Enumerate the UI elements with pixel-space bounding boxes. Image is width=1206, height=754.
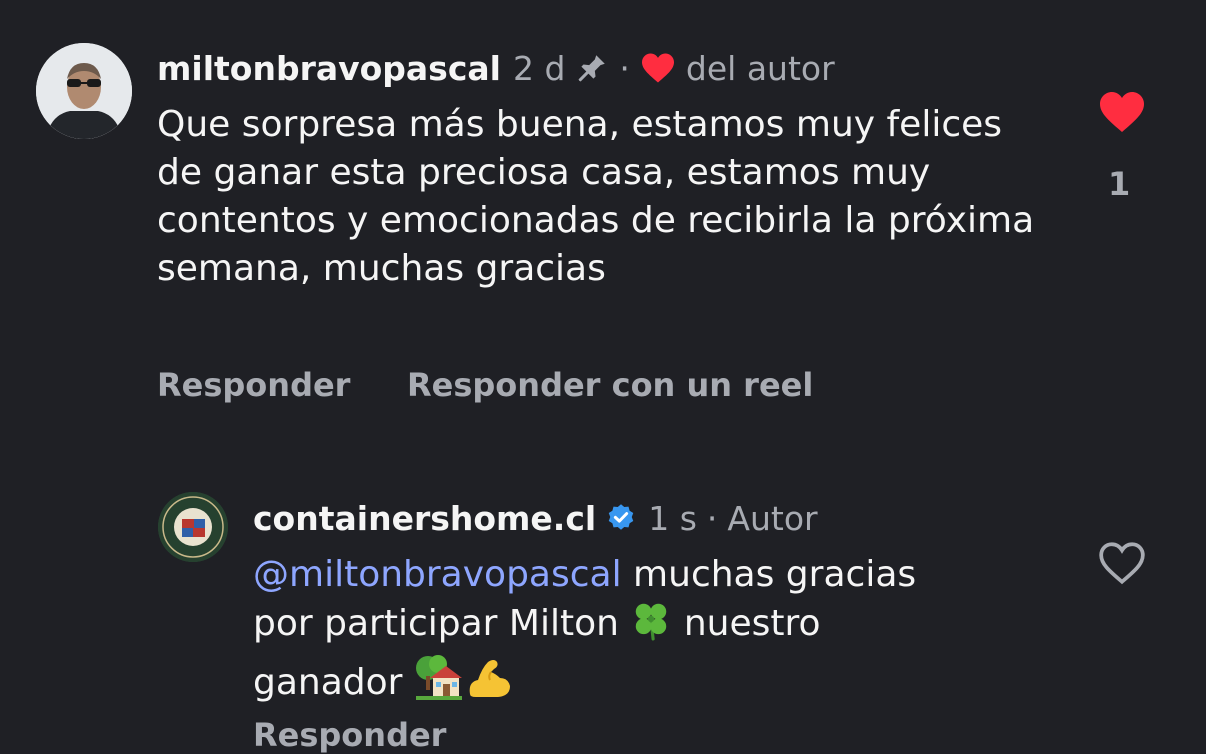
author-label: Autor	[727, 498, 818, 538]
avatar[interactable]	[36, 43, 132, 139]
reply-line-2: por participar Milton nuestro	[253, 599, 1083, 654]
reply-text-segment: ganador	[253, 662, 403, 703]
house-with-garden-emoji	[414, 654, 464, 713]
heart-filled-icon[interactable]	[1098, 90, 1146, 138]
reply-line-3: ganador	[253, 654, 1083, 713]
pin-icon	[575, 51, 609, 85]
flexed-biceps-emoji	[464, 654, 512, 713]
timestamp: 2 d	[512, 48, 566, 88]
comment-text: Que sorpresa más buena, estamos muy feli…	[157, 104, 1035, 289]
separator: ·	[706, 498, 718, 538]
avatar[interactable]	[158, 492, 228, 562]
separator: ·	[619, 48, 630, 88]
timestamp: 1 s	[648, 498, 697, 538]
username[interactable]: containershome.cl	[253, 499, 596, 538]
reply-button[interactable]: Responder	[157, 366, 350, 404]
brand-logo	[158, 492, 228, 562]
comment-header: miltonbravopascal 2 d · del autor	[157, 46, 835, 90]
reply-text-segment: muchas gracias	[621, 554, 917, 595]
reply-text-segment: nuestro	[672, 603, 821, 644]
username[interactable]: miltonbravopascal	[157, 49, 501, 88]
like-count[interactable]: 1	[1108, 165, 1130, 203]
reply-line-1: @miltonbravopascal muchas gracias	[253, 551, 1083, 599]
reply-with-reel-button[interactable]: Responder con un reel	[407, 366, 813, 404]
four-leaf-clover-emoji	[630, 599, 672, 654]
heart-outline-icon[interactable]	[1097, 540, 1147, 590]
verified-badge-icon	[606, 503, 636, 533]
liked-by-author-label: del autor	[685, 48, 835, 88]
reply-button[interactable]: Responder	[253, 716, 446, 754]
reply-header: containershome.cl 1 s · Autor	[253, 496, 818, 540]
reply-text: @miltonbravopascal muchas gracias por pa…	[253, 551, 1083, 713]
mention-link[interactable]: @miltonbravopascal	[253, 554, 622, 595]
reply-text-segment: por participar Milton	[253, 603, 619, 644]
heart-filled-icon	[640, 52, 676, 84]
avatar-photo	[36, 43, 132, 139]
